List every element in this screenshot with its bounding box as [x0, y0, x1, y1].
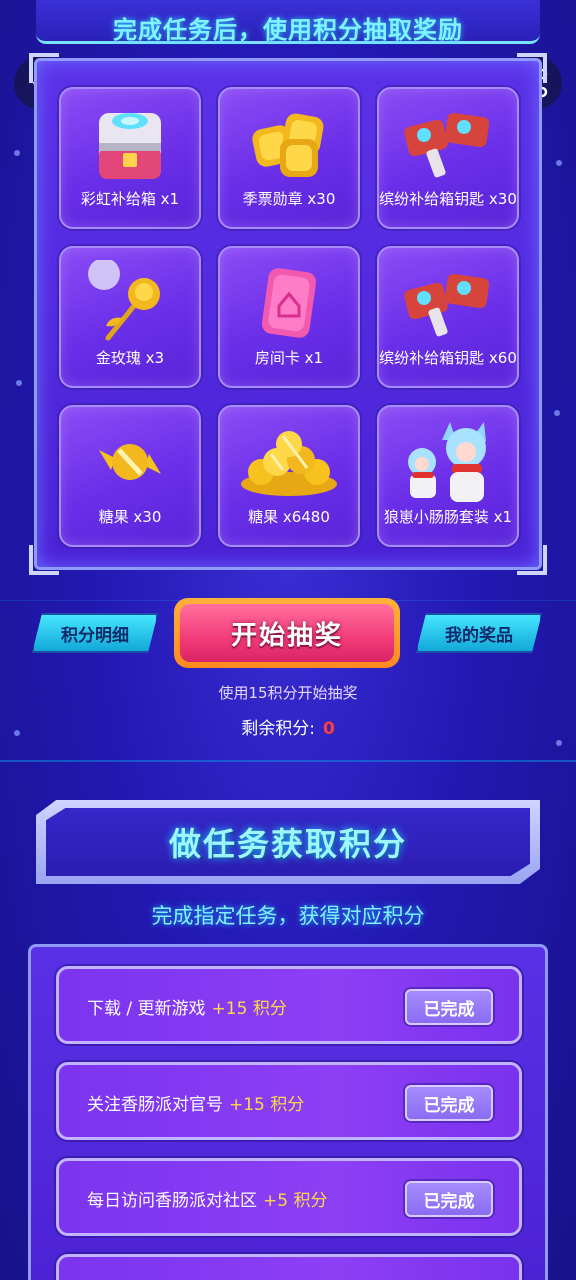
task-points: +15 积分	[229, 1095, 305, 1115]
prize-item-candy-6480: 糖果 x6480	[218, 405, 360, 547]
background-dot	[556, 160, 562, 166]
task-row-visit: 每日访问香肠派对社区 +5 积分 已完成	[56, 1158, 522, 1236]
candy-icon	[61, 417, 199, 507]
prize-label: 糖果 x6480	[248, 508, 330, 526]
draw-cost-hint: 使用15积分开始抽奖	[218, 684, 358, 702]
background-dot	[14, 150, 20, 156]
task-section-title: 做任务获取积分	[168, 825, 407, 863]
prize-label: 彩虹补给箱 x1	[80, 190, 180, 208]
key-icon	[379, 99, 517, 189]
task-completed-button[interactable]: 已完成	[405, 1181, 493, 1217]
prize-label: 房间卡 x1	[254, 349, 324, 367]
task-text: 下载 / 更新游戏 +15 积分	[87, 994, 287, 1019]
prize-label: 糖果 x30	[98, 508, 162, 526]
remaining-points: 剩余积分: 0	[0, 714, 576, 739]
task-row-follow: 关注香肠派对官号 +15 积分 已完成	[56, 1062, 522, 1140]
prize-item-key-60: 缤纷补给箱钥匙 x60	[377, 246, 519, 388]
task-points: +5 积分	[263, 1191, 328, 1211]
key-icon	[379, 258, 517, 348]
my-prizes-button[interactable]: 我的奖品	[416, 613, 542, 653]
task-name: 每日访问香肠派对社区	[87, 1191, 257, 1211]
top-banner: 完成任务后，使用积分抽取奖励	[36, 0, 540, 44]
prize-label: 缤纷补给箱钥匙 x60	[379, 349, 517, 367]
gold-medal-icon	[220, 99, 358, 189]
supply-box-icon	[61, 99, 199, 189]
task-row-partial	[56, 1254, 522, 1280]
background-dot	[556, 740, 562, 746]
task-points: +15 积分	[211, 999, 287, 1019]
panel-corner	[517, 53, 547, 83]
prize-item-wolf-costume: 狼崽小肠肠套装 x1	[377, 405, 519, 547]
prize-item-season-medal: 季票勋章 x30	[218, 87, 360, 229]
remaining-points-value: 0	[322, 719, 335, 739]
start-draw-button[interactable]: 开始抽奖	[174, 598, 400, 668]
task-completed-button[interactable]: 已完成	[405, 989, 493, 1025]
prize-label: 季票勋章 x30	[242, 190, 336, 208]
background-dot	[554, 410, 560, 416]
task-text: 关注香肠派对官号 +15 积分	[87, 1090, 304, 1115]
background-dot	[16, 380, 22, 386]
remaining-points-label: 剩余积分:	[241, 719, 315, 739]
panel-corner	[29, 53, 59, 83]
task-name: 下载 / 更新游戏	[87, 999, 206, 1019]
start-draw-label: 开始抽奖	[180, 604, 394, 662]
task-header: 做任务获取积分	[46, 808, 530, 876]
prize-panel: 彩虹补给箱 x1 季票勋章 x30 缤纷补给箱钥匙 x30 金玫瑰 x3 房间卡…	[29, 53, 547, 575]
gold-rose-icon	[61, 258, 199, 348]
prize-item-rainbow-box: 彩虹补给箱 x1	[59, 87, 201, 229]
prize-item-key-30: 缤纷补给箱钥匙 x30	[377, 87, 519, 229]
wolf-costume-icon	[379, 417, 517, 507]
banner-title: 完成任务后，使用积分抽取奖励	[113, 16, 463, 44]
task-text: 每日访问香肠派对社区 +5 积分	[87, 1186, 327, 1211]
prize-label: 狼崽小肠肠套装 x1	[383, 508, 513, 526]
task-section-subtitle: 完成指定任务，获得对应积分	[151, 904, 425, 928]
prize-label: 金玫瑰 x3	[95, 349, 165, 367]
prize-label: 缤纷补给箱钥匙 x30	[379, 190, 517, 208]
task-name: 关注香肠派对官号	[87, 1095, 223, 1115]
prize-grid: 彩虹补给箱 x1 季票勋章 x30 缤纷补给箱钥匙 x30 金玫瑰 x3 房间卡…	[59, 87, 521, 553]
prize-item-room-card: 房间卡 x1	[218, 246, 360, 388]
room-card-icon	[220, 258, 358, 348]
candy-pile-icon	[220, 417, 358, 507]
panel-corner	[517, 545, 547, 575]
prize-item-gold-rose: 金玫瑰 x3	[59, 246, 201, 388]
background-line	[0, 760, 576, 762]
panel-corner	[29, 545, 59, 575]
points-details-button[interactable]: 积分明细	[32, 613, 158, 653]
task-row-download: 下载 / 更新游戏 +15 积分 已完成	[56, 966, 522, 1044]
task-completed-button[interactable]: 已完成	[405, 1085, 493, 1121]
prize-item-candy-30: 糖果 x30	[59, 405, 201, 547]
